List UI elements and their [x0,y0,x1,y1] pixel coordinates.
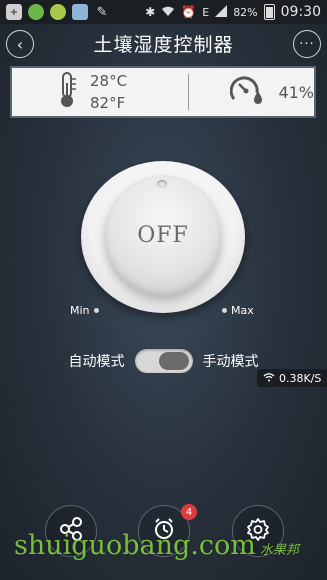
more-button[interactable]: ··· [293,30,321,58]
humidity-value: 41% [278,82,314,102]
max-label: Max [222,304,254,317]
temperature-fahrenheit: 82°F [90,94,126,112]
status-bar: + ✎ ✱ ⏰ E 82% 09:30 [0,0,327,24]
min-text: Min [70,304,90,317]
app-icon [28,4,44,20]
app-icon [72,4,88,20]
alarm-count-badge: 4 [181,504,197,520]
alarm-status-icon: ⏰ [181,5,197,19]
wifi-icon [263,372,275,385]
humidity-block: 41% [188,75,314,109]
network-speed: 0.38K/S [279,371,322,385]
app-icon [50,4,66,20]
cleaner-icon: ✎ [96,4,108,20]
humidity-gauge-icon [230,75,264,109]
watermark-cn: 水果邦 [259,543,299,558]
network-speed-badge: 0.38K/S [257,369,327,387]
network-type: E [202,5,210,19]
wifi-icon [161,5,175,20]
page-title: 土壤湿度控制器 [93,33,234,56]
battery-percent: 82% [233,5,258,19]
sensor-panel: 28°C 82°F 41% [10,66,316,118]
watermark: shuiguobang.com 水果邦 [14,530,299,561]
dial-indicator-dot [157,180,167,188]
power-dial[interactable]: OFF [105,175,221,295]
back-button[interactable]: ‹ [6,30,34,58]
mode-toggle[interactable] [134,349,193,373]
battery-icon [263,4,275,20]
toggle-knob [158,352,189,370]
min-dot [93,308,99,313]
min-label: Min [70,304,99,317]
watermark-suffix: .com [190,530,256,561]
temperature-block: 28°C 82°F [12,70,188,114]
chevron-left-icon: ‹ [16,34,24,54]
bluetooth-icon: ✱ [145,5,156,19]
dial-state-label: OFF [137,222,189,248]
add-icon: + [6,4,22,20]
more-icon: ··· [299,36,315,52]
watermark-text: shuiguobang [14,530,191,561]
title-bar: ‹ 土壤湿度控制器 ··· [0,24,327,62]
manual-mode-label[interactable]: 手动模式 [203,351,259,371]
auto-mode-label[interactable]: 自动模式 [69,351,125,371]
signal-icon [215,4,228,20]
max-dot [222,308,227,313]
temperature-celsius: 28°C [90,72,128,90]
clock: 09:30 [280,4,321,20]
thermometer-icon [56,71,78,113]
max-text: Max [231,304,254,317]
